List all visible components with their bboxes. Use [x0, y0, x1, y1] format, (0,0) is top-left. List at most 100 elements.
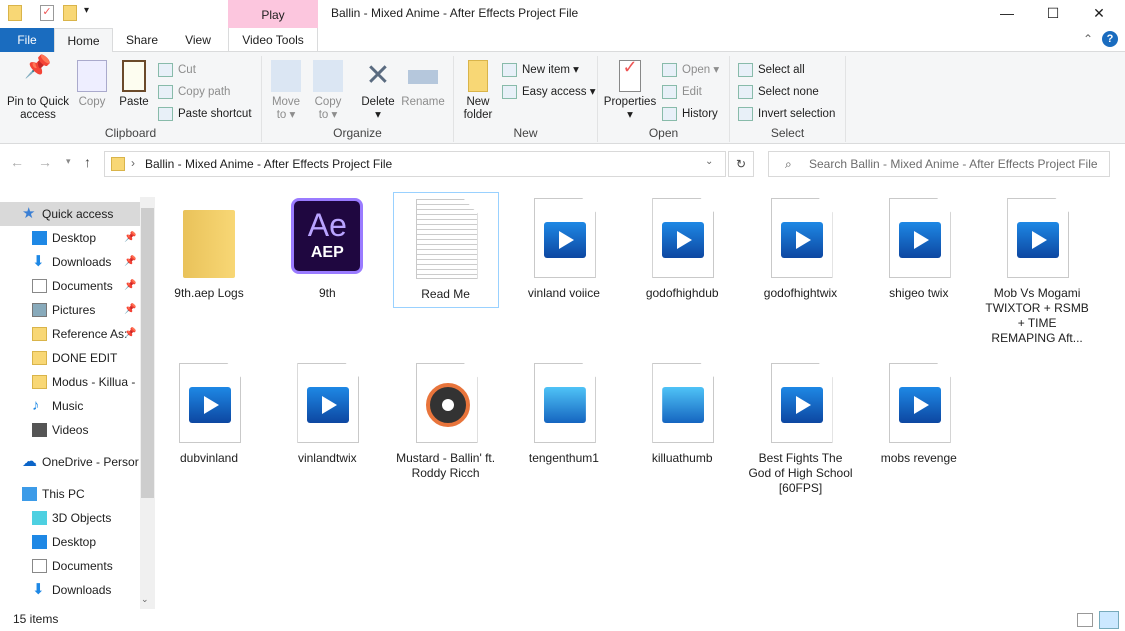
file-item[interactable]: Ae AEP 9th [274, 192, 380, 301]
history-icon [662, 107, 677, 121]
nav-item-label: Downloads [52, 583, 112, 597]
properties-button[interactable]: ✓ Properties ▾ [602, 58, 658, 122]
file-name: Best Fights The God of High School [60FP… [748, 451, 853, 495]
help-icon[interactable]: ? [1102, 31, 1118, 47]
copy-path-button[interactable]: Copy path [158, 82, 230, 102]
open-icon [662, 63, 677, 77]
file-item[interactable]: mobs revenge [866, 357, 972, 466]
file-item[interactable]: Best Fights The God of High School [60FP… [748, 357, 854, 496]
back-button[interactable]: ← [10, 154, 24, 170]
copy-icon [77, 60, 107, 92]
rename-button[interactable]: Rename [400, 60, 446, 109]
file-item[interactable]: godofhightwix [748, 192, 854, 301]
file-name: dubvinland [179, 451, 239, 465]
scroll-down-arrow[interactable]: ⌄ [141, 594, 149, 605]
nav-item[interactable]: Reference As: 📌 [0, 322, 140, 346]
move-icon [271, 60, 301, 92]
file-name: mobs revenge [880, 451, 957, 465]
move-to-button[interactable]: Move to ▾ [268, 60, 304, 122]
file-item[interactable]: dubvinland [156, 357, 262, 466]
nav-item[interactable]: Modus - Killua - [0, 370, 140, 394]
refresh-button[interactable]: ↻ [728, 151, 754, 177]
star-icon: ★ [22, 205, 36, 222]
select-none-button[interactable]: Select none [738, 82, 819, 102]
breadcrumb[interactable]: Ballin - Mixed Anime - After Effects Pro… [145, 157, 392, 171]
file-item[interactable]: vinland voiice [511, 192, 617, 301]
nav-item[interactable]: DONE EDIT [0, 346, 140, 370]
file-item[interactable]: vinlandtwix [274, 357, 380, 466]
new-item-button[interactable]: New item ▾ [502, 60, 579, 80]
delete-button[interactable]: ✕ Delete ▾ [358, 60, 398, 122]
maximize-button[interactable]: ☐ [1030, 0, 1076, 28]
nav-item[interactable]: ☁ OneDrive - Persor [0, 450, 140, 474]
nav-scrollbar-thumb[interactable] [141, 208, 154, 498]
properties-icon[interactable]: ✓ [40, 5, 54, 21]
nav-item[interactable]: Videos [0, 418, 140, 442]
nav-item[interactable]: 3D Objects [0, 506, 140, 530]
file-name: Mob Vs Mogami TWIXTOR + RSMB + TIME REMA… [985, 286, 1089, 345]
video-file-icon [532, 198, 596, 282]
nav-item[interactable]: Documents 📌 [0, 274, 140, 298]
nav-item[interactable]: ♪ Music [0, 394, 140, 418]
play-context-tab[interactable]: Play [228, 0, 318, 28]
forward-button[interactable]: → [38, 154, 52, 170]
file-item[interactable]: godofhighdub [629, 192, 735, 301]
collapse-ribbon-icon[interactable]: ⌃ [1083, 32, 1093, 46]
new-folder-icon[interactable] [63, 5, 77, 21]
edit-button[interactable]: Edit [662, 82, 702, 102]
copy-to-button[interactable]: Copy to ▾ [310, 60, 346, 122]
nav-item[interactable]: ⬇ Downloads 📌 [0, 250, 140, 274]
file-item[interactable]: Read Me [392, 192, 499, 308]
search-input[interactable]: ⌕ Search Ballin - Mixed Anime - After Ef… [768, 151, 1110, 177]
videos-icon [32, 423, 47, 437]
address-dropdown-icon[interactable]: ⌄ [705, 156, 713, 167]
minimize-button[interactable]: — [984, 0, 1030, 28]
copy-button[interactable]: Copy [74, 60, 110, 109]
details-view-button[interactable] [1077, 613, 1093, 627]
up-button[interactable]: ↑ [84, 154, 91, 170]
select-all-button[interactable]: Select all [738, 60, 805, 80]
video-file-icon [769, 198, 833, 282]
open-button[interactable]: Open ▾ [662, 60, 719, 80]
breadcrumb-chevron-icon: › [131, 156, 135, 170]
pin-quick-access-button[interactable]: 📌 Pin to Quick access [4, 56, 72, 122]
nav-item[interactable]: Desktop [0, 530, 140, 554]
new-label: New [513, 126, 538, 140]
tab-share[interactable]: Share [115, 28, 169, 52]
tab-file[interactable]: File [0, 28, 54, 52]
cut-button[interactable]: Cut [158, 60, 196, 80]
paste-shortcut-button[interactable]: Paste shortcut [158, 104, 252, 124]
close-button[interactable]: ✕ [1076, 0, 1122, 28]
paste-button[interactable]: Paste [114, 60, 154, 109]
file-item[interactable]: tengenthum1 [511, 357, 617, 466]
nav-item[interactable]: ★ Quick access [0, 202, 140, 226]
nav-item[interactable]: Pictures 📌 [0, 298, 140, 322]
open-label: Open [648, 126, 679, 140]
nav-item[interactable]: Documents [0, 554, 140, 578]
file-item[interactable]: Mustard - Ballin' ft. Roddy Ricch [393, 357, 499, 481]
pin-icon: 📌 [124, 256, 137, 267]
paste-shortcut-icon [158, 107, 173, 121]
address-input[interactable]: › Ballin - Mixed Anime - After Effects P… [104, 151, 726, 177]
select-label: Select [770, 126, 805, 140]
new-folder-button[interactable]: New folder [458, 60, 498, 122]
tab-view[interactable]: View [172, 28, 224, 52]
file-item[interactable]: Mob Vs Mogami TWIXTOR + RSMB + TIME REMA… [984, 192, 1090, 346]
tab-home[interactable]: Home [54, 28, 113, 53]
file-item[interactable]: killuathumb [629, 357, 735, 466]
nav-item[interactable]: Desktop 📌 [0, 226, 140, 250]
nav-item[interactable]: ⬇ Downloads [0, 578, 140, 602]
large-icons-view-button[interactable] [1099, 611, 1119, 629]
file-item[interactable]: 9th.aep Logs [156, 192, 262, 301]
nav-item[interactable]: This PC [0, 482, 140, 506]
easy-access-button[interactable]: Easy access ▾ [502, 82, 596, 102]
invert-selection-button[interactable]: Invert selection [738, 104, 835, 124]
file-item[interactable]: shigeo twix [866, 192, 972, 301]
window-title: Ballin - Mixed Anime - After Effects Pro… [331, 6, 579, 20]
history-button[interactable]: History [662, 104, 718, 124]
tab-video-tools[interactable]: Video Tools [228, 28, 318, 52]
select-group: Select all Select none Invert selection … [730, 56, 846, 142]
after-effects-icon: Ae AEP [291, 198, 364, 282]
customize-toolbar-icon[interactable]: ▾ [84, 5, 89, 16]
recent-locations-button[interactable]: ▾ [66, 156, 71, 167]
